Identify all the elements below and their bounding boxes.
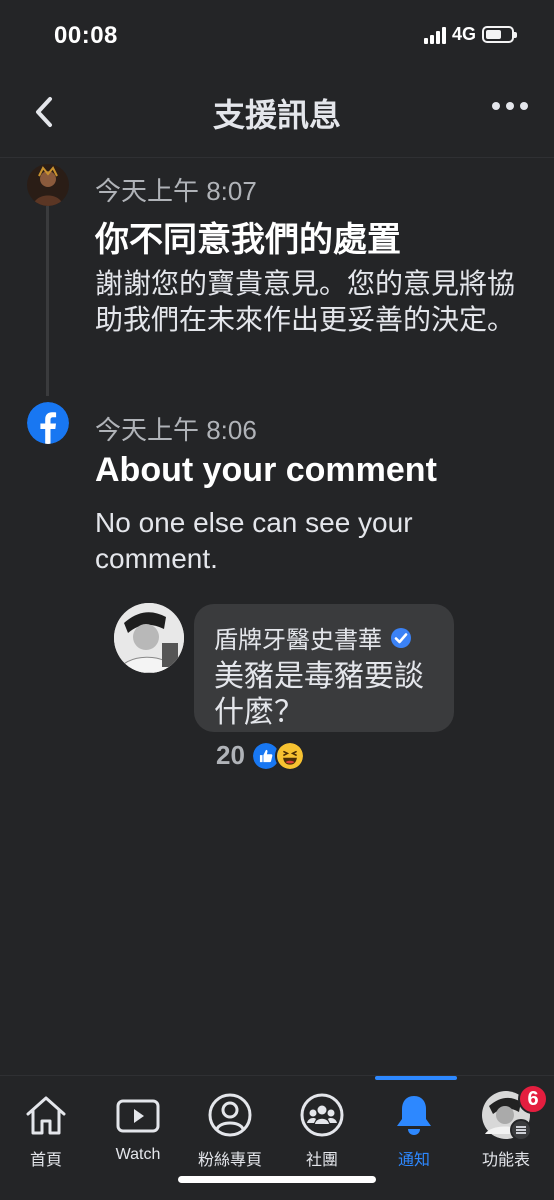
message-time: 今天上午 8:06 xyxy=(95,415,257,445)
verified-badge-icon xyxy=(391,627,411,648)
tab-label: Watch xyxy=(115,1146,161,1163)
comment-bubble[interactable]: 盾牌牙醫史書華 美豬是毒豬要談什麼？ xyxy=(194,604,454,732)
comment-author-name: 盾牌牙醫史書華 xyxy=(214,627,382,654)
status-time: 00:08 xyxy=(54,22,118,49)
tab-watch[interactable]: Watch xyxy=(92,1090,184,1164)
thread-line xyxy=(46,206,49,396)
message-title: 你不同意我們的處置 xyxy=(95,221,401,259)
network-type: 4G xyxy=(451,24,476,44)
tab-menu[interactable]: 6 功能表 xyxy=(460,1084,552,1170)
more-dot xyxy=(492,102,500,110)
message-body: No one else can see your comment. xyxy=(95,507,413,574)
tab-label: 粉絲專頁 xyxy=(197,1152,262,1169)
comment-reactions[interactable]: 20 xyxy=(216,740,305,771)
status-bar: 00:08 4G xyxy=(0,0,554,72)
more-dot xyxy=(520,102,528,110)
tab-home[interactable]: 首頁 xyxy=(0,1090,92,1170)
page-title: 支援訊息 xyxy=(212,97,341,133)
tab-label: 通知 xyxy=(397,1152,430,1169)
header: 支援訊息 xyxy=(0,78,554,148)
comment-author-avatar[interactable] xyxy=(114,603,184,673)
more-options-button[interactable] xyxy=(492,102,528,110)
tab-groups[interactable]: 社團 xyxy=(276,1090,368,1170)
bell-icon xyxy=(397,1096,431,1135)
battery-icon xyxy=(482,26,517,43)
comment-text: 美豬是毒豬要談什麼？ xyxy=(214,660,424,729)
pages-icon xyxy=(208,1093,252,1137)
tab-pages[interactable]: 粉絲專頁 xyxy=(184,1090,276,1170)
author-photo-icon xyxy=(114,603,184,673)
groups-icon xyxy=(300,1093,344,1137)
tab-notifications[interactable]: 通知 xyxy=(368,1090,460,1170)
tab-label: 功能表 xyxy=(481,1152,530,1169)
facebook-logo-icon xyxy=(27,402,69,444)
active-tab-indicator xyxy=(375,1076,457,1080)
message-title: About your comment xyxy=(95,451,437,489)
home-icon xyxy=(26,1096,66,1135)
notification-badge: 6 xyxy=(518,1084,548,1114)
message-body: 謝謝您的寶貴意見。您的意見將協助我們在未來作出更妥善的決定。 xyxy=(95,268,516,335)
message-time: 今天上午 8:07 xyxy=(95,176,257,206)
user-avatar xyxy=(27,164,69,206)
home-indicator xyxy=(178,1176,376,1183)
status-indicators: 4G xyxy=(423,24,517,45)
tab-label: 社團 xyxy=(305,1152,338,1169)
reaction-count: 20 xyxy=(216,740,245,770)
user-photo-icon xyxy=(27,164,69,206)
signal-icon xyxy=(423,26,446,44)
comment-author: 盾牌牙醫史書華 xyxy=(214,620,434,655)
haha-reaction-icon xyxy=(274,740,305,771)
header-divider xyxy=(0,157,554,158)
watch-icon xyxy=(116,1099,160,1133)
tab-label: 首頁 xyxy=(29,1152,62,1169)
more-dot xyxy=(506,102,514,110)
